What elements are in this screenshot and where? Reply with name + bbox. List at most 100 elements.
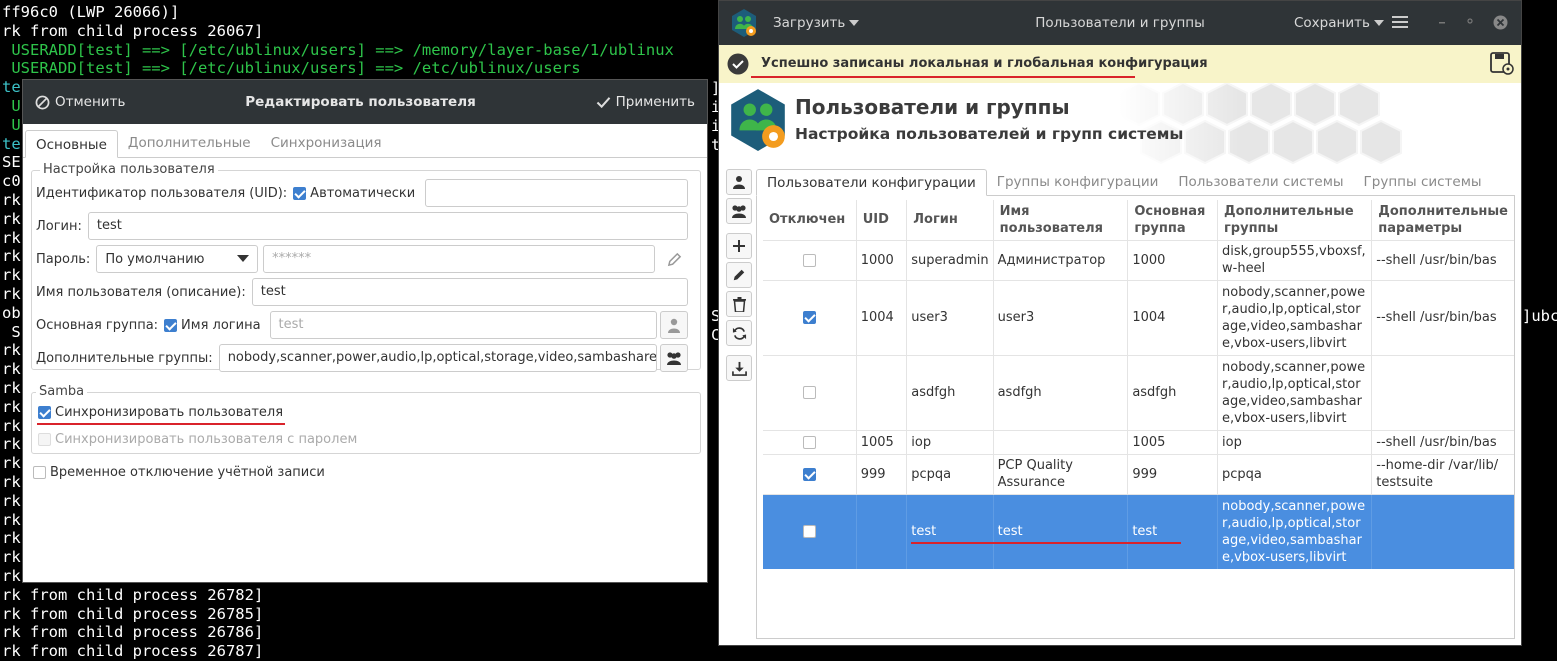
terminal-fragment: ]ubc	[1522, 307, 1557, 325]
table-row[interactable]: test test test nobody,scanner,power,audio,l…	[763, 493, 1514, 569]
col-extra-params[interactable]: Дополнительные параметры	[1372, 200, 1514, 240]
terminal-line: rk	[2, 247, 21, 266]
name-cell: Администратор	[993, 239, 1129, 280]
disabled-checkbox[interactable]	[802, 467, 816, 481]
disabled-checkbox[interactable]	[802, 435, 816, 449]
annotation-underline	[751, 76, 1135, 78]
annotation-underline	[37, 423, 285, 425]
samba-sync-pass-label: Синхронизировать пользователя с паролем	[55, 431, 358, 447]
cancel-label: Отменить	[55, 94, 126, 110]
terminal-line: S	[2, 322, 21, 341]
table-header: Отключен UID Логин Имя пользователя Осно…	[763, 200, 1514, 240]
extra-groups-cell: disk,group555,vboxsf,w-heel	[1217, 239, 1373, 280]
pencil-icon	[667, 252, 681, 266]
refresh-button[interactable]	[726, 320, 752, 346]
tab-config-groups[interactable]: Группы конфигурации	[987, 169, 1169, 196]
uid-label: Идентификатор пользователя (UID):	[36, 185, 288, 201]
login-label: Логин:	[36, 218, 82, 234]
tab-sync[interactable]: Синхронизация	[261, 129, 392, 157]
config-users-view-button[interactable]	[726, 169, 752, 195]
import-button[interactable]	[726, 355, 752, 381]
extra-groups-cell: nobody,scanner,power,audio,lp,optical,st…	[1217, 279, 1373, 355]
uid-cell: 1004	[856, 279, 908, 355]
select-group-button[interactable]	[660, 311, 688, 339]
apply-button[interactable]: Применить	[596, 94, 695, 110]
disabled-checkbox[interactable]	[802, 525, 816, 539]
tab-basic[interactable]: Основные	[25, 130, 118, 158]
password-mode-select[interactable]: По умолчанию	[96, 245, 259, 273]
table-row[interactable]: 1004 user3 user3 1004 nobody,scanner,power,a…	[763, 279, 1514, 355]
table-row[interactable]: 1000 superadmin Администратор 1000 disk,grou…	[763, 239, 1514, 280]
tab-additional[interactable]: Дополнительные	[118, 129, 261, 157]
temp-disable-checkbox[interactable]	[33, 465, 46, 479]
extra-groups-input[interactable]: nobody,scanner,power,audio,lp,optical,st…	[218, 344, 657, 372]
terminal-line: ff96c0 (LWP 26066)]	[2, 3, 180, 21]
delete-button[interactable]	[726, 291, 752, 317]
close-icon[interactable]	[1493, 15, 1508, 30]
add-button[interactable]	[726, 233, 752, 259]
main-tabs: Пользователи конфигурации Группы конфигу…	[756, 169, 1515, 196]
password-input[interactable]: ******	[263, 245, 655, 273]
cancel-icon	[35, 95, 50, 109]
edit-user-dialog: Отменить Редактировать пользователя Прим…	[22, 79, 708, 583]
username-input[interactable]: test	[251, 278, 688, 306]
password-row: Пароль: По умолчанию ******	[36, 245, 688, 273]
login-cell: asdfgh	[906, 354, 994, 430]
tab-system-users[interactable]: Пользователи системы	[1168, 169, 1353, 196]
users-icon	[667, 352, 681, 365]
table-row[interactable]: asdfgh asdfgh asdfgh nobody,scanner,power,a…	[763, 354, 1514, 430]
table-row[interactable]: 1005 iop 1005 iop --shell /usr/bin/bas	[763, 429, 1514, 454]
main-group-login-checkbox[interactable]	[164, 318, 178, 332]
name-cell: PCP Quality Assurance	[993, 453, 1129, 494]
tab-config-users[interactable]: Пользователи конфигурации	[756, 169, 987, 196]
terminal-line: rk	[2, 529, 21, 548]
user-settings-group: Настройка пользователя Идентификатор пол…	[31, 162, 701, 372]
disabled-cell	[763, 429, 857, 454]
disabled-checkbox[interactable]	[802, 253, 816, 267]
window-header: Загрузить Пользователи и группы Сохранит…	[719, 1, 1521, 45]
edit-password-button[interactable]	[660, 245, 688, 273]
uid-cell	[856, 493, 908, 569]
samba-sync-pass-checkbox[interactable]	[38, 432, 51, 446]
login-cell: superadmin	[906, 239, 994, 280]
menu-icon[interactable]	[1392, 15, 1408, 29]
login-cell: iop	[906, 429, 994, 454]
save-menu-button[interactable]: Сохранить	[1294, 15, 1384, 31]
edit-button[interactable]	[726, 262, 752, 288]
minimize-icon[interactable]	[1437, 16, 1447, 26]
cancel-button[interactable]: Отменить	[35, 94, 125, 110]
uid-cell	[856, 354, 908, 430]
save-config-icon[interactable]	[1489, 51, 1514, 76]
col-main-group[interactable]: Основная группа	[1127, 200, 1218, 240]
main-group-input[interactable]: test	[269, 311, 657, 339]
col-name[interactable]: Имя пользователя	[993, 200, 1129, 240]
select-groups-button[interactable]	[660, 344, 688, 372]
col-disabled[interactable]: Отключен	[763, 200, 857, 240]
uid-auto-checkbox[interactable]	[293, 186, 307, 200]
users-table: Отключен UID Логин Имя пользователя Осно…	[763, 200, 1514, 569]
disabled-cell	[763, 493, 857, 569]
terminal-line: rk	[2, 360, 21, 379]
disabled-cell	[763, 239, 857, 280]
disabled-checkbox[interactable]	[802, 311, 816, 324]
uid-input[interactable]	[425, 179, 688, 207]
uid-cell: 1005	[856, 429, 908, 454]
temp-disable-row: Временное отключение учётной записи	[33, 459, 695, 485]
col-login[interactable]: Логин	[906, 200, 994, 240]
login-input[interactable]: test	[87, 212, 688, 240]
samba-sync-checkbox[interactable]	[38, 405, 51, 419]
col-uid[interactable]: UID	[856, 200, 908, 240]
tab-system-groups[interactable]: Группы системы	[1354, 169, 1492, 196]
notification-text: Успешно записаны локальная и глобальная …	[761, 56, 1208, 71]
groups-view-button[interactable]	[726, 198, 752, 224]
table-row[interactable]: 999 pcpqa PCP Quality Assurance 999 pcpqa --h…	[763, 453, 1514, 494]
terminal-line: rk	[2, 228, 21, 247]
terminal-line: SE	[2, 153, 21, 172]
maximize-icon[interactable]	[1465, 16, 1475, 26]
col-extra-groups[interactable]: Дополнительные группы	[1217, 200, 1373, 240]
disabled-checkbox[interactable]	[802, 386, 816, 399]
refresh-icon	[732, 326, 746, 340]
group-cell: 1005	[1127, 429, 1218, 454]
terminal-line: rk	[2, 416, 21, 435]
terminal-line: rk	[2, 266, 21, 285]
